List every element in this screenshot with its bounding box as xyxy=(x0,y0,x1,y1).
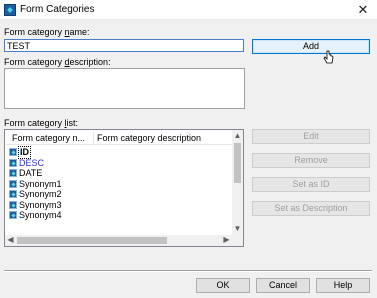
name-label: Form category name: xyxy=(4,27,90,37)
list-item-name: DESC xyxy=(19,157,45,168)
list-item[interactable]: Synonym4 xyxy=(6,210,232,221)
category-icon xyxy=(9,179,17,188)
column-header-description[interactable]: Form category description xyxy=(97,132,227,144)
list-rows: ID DESC DATE Synonym1 Synonym2 Synonym3 Synony… xyxy=(6,146,232,221)
add-button[interactable]: Add xyxy=(252,39,370,54)
list-item[interactable]: ID xyxy=(6,146,232,159)
list-item-name: Synonym4 xyxy=(19,210,62,220)
window-title: Form Categories xyxy=(20,4,95,15)
category-icon xyxy=(9,158,17,167)
remove-button[interactable]: Remove xyxy=(252,153,370,168)
list-item-name: Synonym1 xyxy=(19,178,62,189)
description-label: Form category description: xyxy=(4,57,111,67)
scroll-up-icon[interactable]: ▲ xyxy=(232,131,243,141)
set-as-id-button[interactable]: Set as ID xyxy=(252,177,370,192)
ok-button[interactable]: OK xyxy=(196,278,250,293)
mouse-cursor-icon xyxy=(323,50,334,64)
list-item-name: Synonym3 xyxy=(19,199,62,210)
category-name-input[interactable] xyxy=(4,39,244,52)
list-item[interactable]: DESC xyxy=(6,158,232,169)
list-item[interactable]: Synonym1 xyxy=(6,179,232,190)
list-item[interactable]: Synonym3 xyxy=(6,200,232,211)
list-item-name: Synonym2 xyxy=(19,189,62,199)
list-item[interactable]: Synonym2 xyxy=(6,189,232,200)
category-description-input[interactable] xyxy=(4,68,245,109)
scroll-right-icon[interactable]: ▶ xyxy=(221,235,232,245)
title-bar: Form Categories ✕ xyxy=(0,0,377,20)
app-icon xyxy=(4,4,16,16)
cancel-button[interactable]: Cancel xyxy=(256,278,310,293)
close-icon[interactable]: ✕ xyxy=(355,2,371,18)
scroll-corner xyxy=(232,235,243,246)
scroll-left-icon[interactable]: ◀ xyxy=(5,235,16,245)
category-icon xyxy=(9,211,17,219)
category-icon xyxy=(9,200,17,209)
category-icon xyxy=(9,169,17,177)
list-item-name: ID xyxy=(18,146,31,159)
list-label: Form category list: xyxy=(4,118,79,128)
horizontal-scrollbar[interactable]: ◀ ▶ xyxy=(5,235,232,246)
column-header-name[interactable]: Form category n... xyxy=(12,132,90,144)
list-item[interactable]: DATE xyxy=(6,168,232,179)
edit-button[interactable]: Edit xyxy=(252,129,370,144)
list-header: Form category n... Form category descrip… xyxy=(6,131,232,145)
category-icon xyxy=(9,148,17,156)
help-button[interactable]: Help xyxy=(316,278,370,293)
list-item-name: DATE xyxy=(19,168,43,178)
set-as-description-button[interactable]: Set as Description xyxy=(252,201,370,216)
category-list[interactable]: Form category n... Form category descrip… xyxy=(4,129,244,247)
vertical-scroll-thumb[interactable] xyxy=(234,143,241,183)
column-separator xyxy=(93,132,94,144)
footer-separator xyxy=(4,270,372,272)
horizontal-scroll-thumb[interactable] xyxy=(17,237,167,244)
category-icon xyxy=(9,190,17,198)
scroll-down-icon[interactable]: ▼ xyxy=(232,224,243,234)
vertical-scrollbar[interactable]: ▲ ▼ xyxy=(232,130,243,235)
